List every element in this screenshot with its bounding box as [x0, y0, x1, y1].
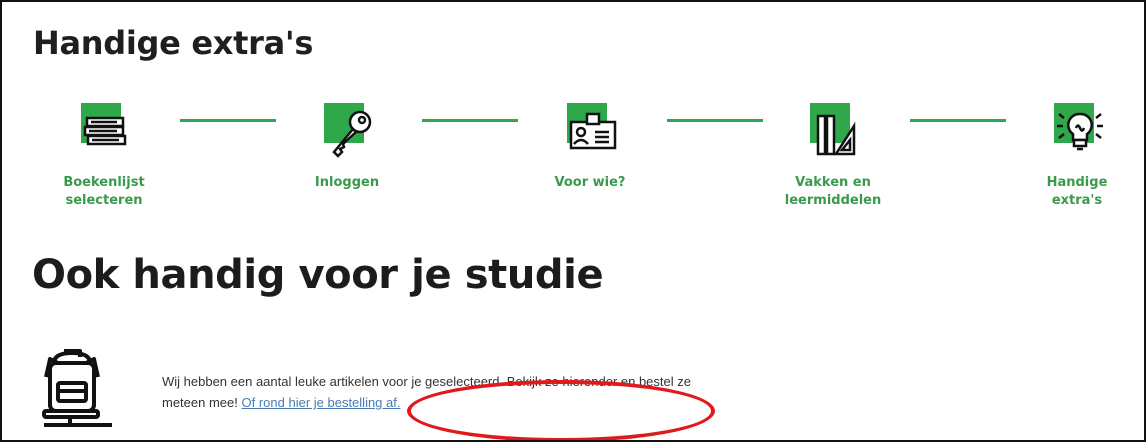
section-title: Handige extra's	[33, 24, 314, 62]
key-icon	[332, 110, 372, 158]
step-vakken[interactable]: Vakken en leermiddelen	[778, 100, 888, 210]
page-heading: Ook handig voor je studie	[32, 252, 604, 298]
books-ruler-icon	[816, 114, 856, 156]
step-label: Handige extra's	[1046, 175, 1108, 208]
id-card-icon	[569, 112, 617, 150]
step-connector	[910, 119, 1006, 122]
page-frame: Handige extra's Boekenlijst selecteren I…	[0, 0, 1146, 442]
step-label: Inloggen	[314, 175, 380, 190]
step-label: Voor wie?	[554, 175, 626, 190]
book-stack-icon	[83, 116, 127, 146]
finish-order-link[interactable]: Of rond hier je bestelling af.	[242, 395, 401, 410]
step-label: Vakken en leermiddelen	[784, 175, 882, 208]
backpack-icon	[42, 349, 112, 427]
step-voor-wie[interactable]: Voor wie?	[535, 100, 645, 192]
step-connector	[667, 119, 763, 122]
step-label: Boekenlijst selecteren	[63, 175, 145, 208]
annotation-circle	[407, 380, 715, 440]
step-handige-extras[interactable]: Handige extra's	[1022, 100, 1132, 210]
lightbulb-icon	[1057, 112, 1103, 151]
step-connector	[180, 119, 276, 122]
step-inloggen[interactable]: Inloggen	[292, 100, 402, 192]
step-boekenlijst[interactable]: Boekenlijst selecteren	[49, 100, 159, 210]
step-connector	[422, 119, 518, 122]
